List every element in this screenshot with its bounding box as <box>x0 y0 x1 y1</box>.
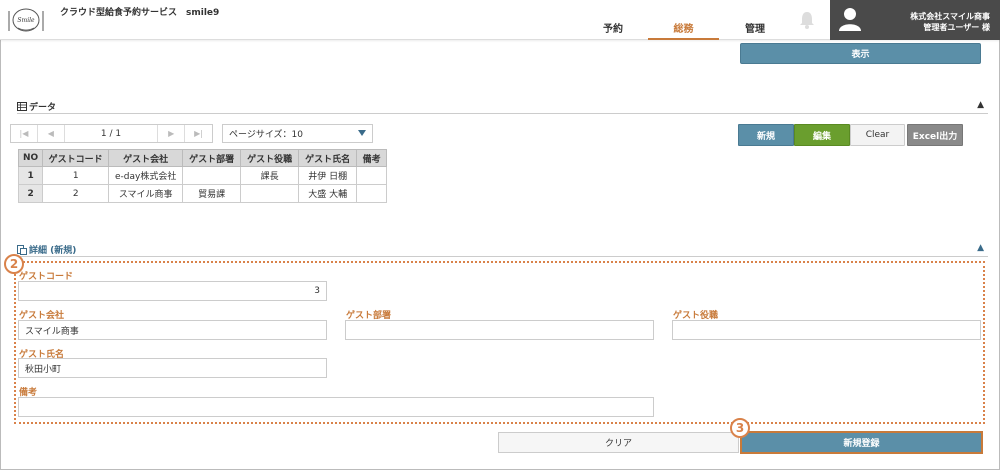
table-row[interactable]: 1 1 e-day株式会社 課長 井伊 日棚 <box>17 166 388 185</box>
new-button[interactable]: 新規 <box>738 124 794 146</box>
document-icon <box>17 244 27 255</box>
step-badge-3: 3 <box>730 418 750 438</box>
cell-guest-code: 1 <box>42 166 110 185</box>
user-avatar-icon <box>839 8 861 31</box>
guest-name-field[interactable]: 秋田小町 <box>18 358 327 378</box>
guest-dept-field[interactable] <box>345 320 654 340</box>
cell-no: 1 <box>17 166 44 185</box>
col-guest-company[interactable]: ゲスト会社 <box>108 149 184 167</box>
guest-code-field[interactable]: 3 <box>18 281 327 301</box>
user-name: 管理者ユーザー 様 <box>923 23 990 32</box>
page-size-select[interactable]: ページサイズ：10 <box>222 124 373 143</box>
grid-icon <box>17 102 27 111</box>
nav-management[interactable]: 管理 <box>740 20 770 40</box>
cell-guest-name: 大盛 大輔 <box>298 184 358 203</box>
remarks-field[interactable] <box>18 397 654 417</box>
data-section-title-wrap: データ <box>17 100 56 113</box>
svg-text:Smile: Smile <box>17 17 35 24</box>
cell-guest-company: e-day株式会社 <box>108 166 184 185</box>
nav-reservation[interactable]: 予約 <box>598 20 628 40</box>
pager: |◀ ◀ 1 / 1 ▶ ▶| <box>10 124 213 143</box>
cell-guest-position <box>240 184 300 203</box>
chevron-up-icon[interactable]: ▲ <box>977 100 984 110</box>
smile-logo[interactable]: Smile <box>6 5 46 35</box>
edit-button[interactable]: 編集 <box>794 124 850 146</box>
bell-icon[interactable] <box>798 10 816 30</box>
first-page-icon[interactable]: |◀ <box>11 125 38 142</box>
col-remarks[interactable]: 備考 <box>356 149 388 167</box>
chevron-up-icon[interactable]: ▲ <box>977 243 984 253</box>
display-button[interactable]: 表示 <box>740 43 981 64</box>
col-guest-position[interactable]: ゲスト役職 <box>240 149 300 167</box>
nav-general-affairs[interactable]: 総務 <box>648 20 719 40</box>
detail-section-header: 詳細 (新規) ▲ <box>17 243 988 257</box>
cell-guest-dept <box>182 166 242 185</box>
page-size-label: ページサイズ：10 <box>229 130 304 140</box>
table-header-row: NO ゲストコード ゲスト会社 ゲスト部署 ゲスト役職 ゲスト氏名 備考 <box>17 149 388 167</box>
reset-button[interactable]: クリア <box>498 432 739 453</box>
cell-guest-code: 2 <box>42 184 110 203</box>
page-info: 1 / 1 <box>65 125 159 142</box>
guest-company-field[interactable]: スマイル商事 <box>18 320 327 340</box>
guest-table: NO ゲストコード ゲスト会社 ゲスト部署 ゲスト役職 ゲスト氏名 備考 1 1… <box>17 149 388 203</box>
col-guest-name[interactable]: ゲスト氏名 <box>298 149 358 167</box>
col-no[interactable]: NO <box>17 149 44 167</box>
app-title: クラウド型給食予約サービス smile9 <box>60 8 220 18</box>
col-guest-dept[interactable]: ゲスト部署 <box>182 149 242 167</box>
cell-guest-company: スマイル商事 <box>108 184 184 203</box>
col-guest-code[interactable]: ゲストコード <box>42 149 110 167</box>
next-page-icon[interactable]: ▶ <box>158 125 186 142</box>
cell-remarks <box>356 166 388 185</box>
detail-section-title-wrap: 詳細 (新規) <box>17 243 76 256</box>
register-button[interactable]: 新規登録 <box>740 431 983 454</box>
guest-position-field[interactable] <box>672 320 981 340</box>
clear-button[interactable]: Clear <box>850 124 905 146</box>
last-page-icon[interactable]: ▶| <box>185 125 212 142</box>
top-header: Smile クラウド型給食予約サービス smile9 予約 総務 管理 株式会社… <box>0 0 1000 40</box>
excel-export-button[interactable]: Excel出力 <box>907 124 963 146</box>
user-panel[interactable]: 株式会社スマイル商事 管理者ユーザー 様 <box>830 0 1000 40</box>
dropdown-arrow-icon <box>358 130 366 136</box>
cell-remarks <box>356 184 388 203</box>
cell-guest-position: 課長 <box>240 166 300 185</box>
cell-no: 2 <box>17 184 44 203</box>
table-row[interactable]: 2 2 スマイル商事 貿易課 大盛 大輔 <box>17 184 388 203</box>
user-company: 株式会社スマイル商事 <box>910 12 990 21</box>
detail-section-title: 詳細 (新規) <box>29 246 77 256</box>
data-section-title: データ <box>29 103 57 113</box>
cell-guest-dept: 貿易課 <box>182 184 242 203</box>
data-section-header: データ ▲ <box>17 100 988 114</box>
prev-page-icon[interactable]: ◀ <box>38 125 65 142</box>
cell-guest-name: 井伊 日棚 <box>298 166 358 185</box>
